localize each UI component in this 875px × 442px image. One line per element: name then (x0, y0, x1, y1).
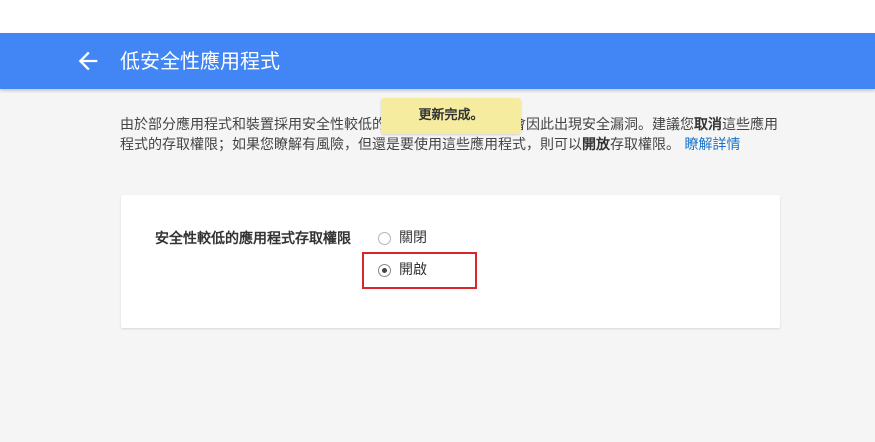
radio-off-button[interactable] (378, 231, 391, 245)
app-header: 低安全性應用程式 (0, 33, 875, 89)
radio-off-label: 關閉 (399, 230, 427, 246)
page-title: 低安全性應用程式 (120, 49, 280, 73)
top-strip (0, 0, 875, 33)
radio-option-off[interactable]: 關閉 (378, 228, 427, 248)
description-bold-cancel: 取消 (694, 117, 722, 133)
description-bold-enable: 開放 (582, 137, 610, 153)
update-complete-toast: 更新完成。 (381, 98, 521, 134)
less-secure-apps-label: 安全性較低的應用程式存取權限 (155, 231, 351, 247)
arrow-back-icon (78, 51, 98, 71)
learn-more-link[interactable]: 瞭解詳情 (684, 137, 740, 153)
back-button[interactable] (74, 47, 102, 75)
highlight-annotation-box (362, 252, 477, 289)
description-part-3: 存取權限。 (610, 137, 680, 153)
